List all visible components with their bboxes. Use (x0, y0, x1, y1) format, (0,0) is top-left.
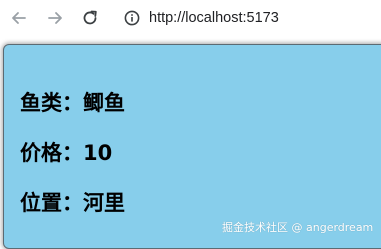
location-separator: ： (62, 191, 83, 215)
fish-type-label: 鱼类 (20, 91, 62, 115)
reload-icon (83, 10, 97, 25)
fish-type-separator: ： (62, 91, 83, 115)
url-text[interactable]: http://localhost:5173 (149, 10, 279, 26)
info-icon[interactable] (124, 10, 140, 26)
browser-toolbar: http://localhost:5173 (0, 0, 381, 36)
address-bar[interactable]: http://localhost:5173 (117, 4, 381, 32)
watermark: 掘金技术社区 @ angerdream (222, 221, 374, 234)
fish-type-row: 鱼类：鲫鱼 (20, 93, 125, 114)
price-value: 10 (83, 141, 113, 165)
price-row: 价格：10 (20, 143, 112, 164)
back-button[interactable] (7, 6, 31, 30)
price-label: 价格 (20, 141, 62, 165)
location-label: 位置 (20, 191, 62, 215)
arrow-right-icon (48, 12, 62, 24)
price-separator: ： (62, 141, 83, 165)
fish-type-value: 鲫鱼 (83, 91, 125, 115)
reload-button[interactable] (78, 6, 102, 30)
location-row: 位置：河里 (20, 193, 125, 214)
forward-button[interactable] (43, 6, 67, 30)
location-value: 河里 (83, 191, 125, 215)
arrow-left-icon (12, 12, 26, 24)
